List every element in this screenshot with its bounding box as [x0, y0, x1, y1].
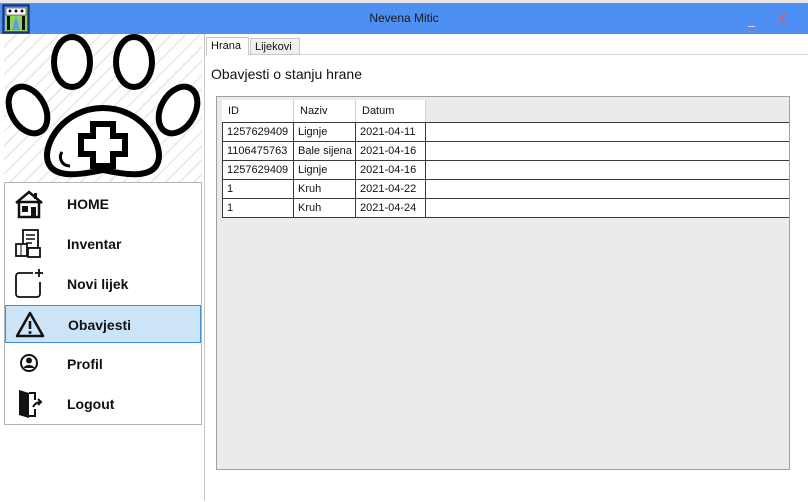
cell-naziv[interactable]: Kruh: [294, 199, 356, 217]
profile-icon: [13, 348, 45, 380]
warning-icon: [14, 309, 46, 341]
sidebar-item-label: HOME: [67, 196, 109, 212]
cell-datum[interactable]: 2021-04-16: [356, 161, 426, 179]
sidebar-item-label: Profil: [67, 356, 103, 372]
sidebar-item-profil[interactable]: Profil: [5, 345, 201, 383]
cell-naziv[interactable]: Kruh: [294, 180, 356, 198]
tab-lijekovi[interactable]: Lijekovi: [250, 38, 300, 55]
paw-medical-cross-icon: [4, 34, 202, 182]
table-row[interactable]: 1106475763 Bale sijena 2021-04-16: [222, 141, 789, 160]
sidebar-item-obavjesti[interactable]: Obavjesti: [5, 305, 201, 343]
sidebar-item-home[interactable]: HOME: [5, 185, 201, 223]
sidebar-item-inventar[interactable]: Inventar: [5, 225, 201, 263]
nav-menu: HOME Inventar Novi lijek Obavjesti Profi…: [4, 182, 202, 425]
cell-datum[interactable]: 2021-04-11: [356, 123, 426, 141]
cell-id[interactable]: 1257629409: [222, 161, 294, 179]
close-button[interactable]: X: [774, 11, 790, 27]
tab-hrana[interactable]: Hrana: [206, 37, 249, 55]
table-row[interactable]: 1 Kruh 2021-04-24: [222, 198, 789, 218]
cell-datum[interactable]: 2021-04-16: [356, 142, 426, 160]
sidebar-item-novi-lijek[interactable]: Novi lijek: [5, 265, 201, 303]
new-medicine-icon: [13, 268, 45, 300]
sidebar-item-label: Logout: [67, 396, 115, 412]
cell-naziv[interactable]: Bale sijena: [294, 142, 356, 160]
cell-datum[interactable]: 2021-04-22: [356, 180, 426, 198]
logout-icon: [13, 388, 45, 420]
column-header-naziv[interactable]: Naziv: [294, 100, 356, 122]
column-header-datum[interactable]: Datum: [356, 100, 426, 122]
sidebar-item-label: Novi lijek: [67, 276, 129, 292]
column-header-id[interactable]: ID: [222, 100, 294, 122]
cell-id[interactable]: 1106475763: [222, 142, 294, 160]
inventory-icon: [13, 228, 45, 260]
cell-id[interactable]: 1257629409: [222, 123, 294, 141]
sidebar: HOME Inventar Novi lijek Obavjesti Profi…: [0, 34, 205, 501]
title-bar: Nevena Mitic X: [0, 3, 808, 34]
cell-naziv[interactable]: Lignje: [294, 123, 356, 141]
cell-datum[interactable]: 2021-04-24: [356, 199, 426, 217]
cell-id[interactable]: 1: [222, 199, 294, 217]
page-title: Obavjesti o stanju hrane: [211, 66, 362, 82]
minimize-button[interactable]: [748, 21, 757, 27]
sidebar-item-logout[interactable]: Logout: [5, 385, 201, 423]
home-icon: [13, 188, 45, 220]
window-title: Nevena Mitic: [369, 11, 439, 25]
cell-id[interactable]: 1: [222, 180, 294, 198]
table-row[interactable]: 1257629409 Lignje 2021-04-16: [222, 160, 789, 179]
sidebar-item-label: Obavjesti: [68, 317, 132, 333]
table-row[interactable]: 1257629409 Lignje 2021-04-11: [222, 122, 789, 141]
table-row[interactable]: 1 Kruh 2021-04-22: [222, 179, 789, 198]
cell-naziv[interactable]: Lignje: [294, 161, 356, 179]
sidebar-item-label: Inventar: [67, 236, 122, 252]
